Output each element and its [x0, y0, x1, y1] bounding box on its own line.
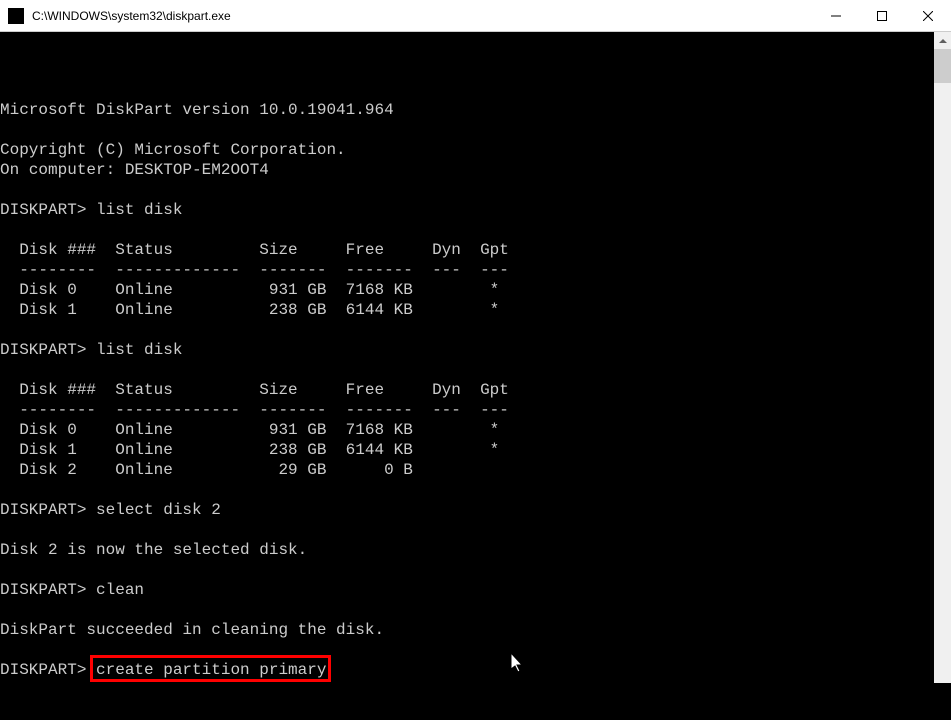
terminal-line: Disk ### Status Size Free Dyn Gpt — [0, 380, 951, 400]
terminal-line: Disk 0 Online 931 GB 7168 KB * — [0, 420, 951, 440]
terminal-line: -------- ------------- ------- ------- -… — [0, 260, 951, 280]
terminal-line — [0, 600, 951, 620]
close-button[interactable] — [905, 0, 951, 31]
terminal-line — [0, 520, 951, 540]
window-titlebar: C:\WINDOWS\system32\diskpart.exe — [0, 0, 951, 32]
terminal-line: Disk 1 Online 238 GB 6144 KB * — [0, 440, 951, 460]
vertical-scrollbar[interactable] — [934, 32, 951, 683]
terminal-line — [0, 80, 951, 100]
terminal-line: DiskPart succeeded in cleaning the disk. — [0, 620, 951, 640]
terminal-line: Microsoft DiskPart version 10.0.19041.96… — [0, 100, 951, 120]
terminal-line: -------- ------------- ------- ------- -… — [0, 400, 951, 420]
maximize-button[interactable] — [859, 0, 905, 31]
terminal-area[interactable]: Microsoft DiskPart version 10.0.19041.96… — [0, 32, 951, 683]
terminal-line: Disk 2 is now the selected disk. — [0, 540, 951, 560]
terminal-line: On computer: DESKTOP-EM2OOT4 — [0, 160, 951, 180]
terminal-line: Disk 0 Online 931 GB 7168 KB * — [0, 280, 951, 300]
terminal-line: Disk 1 Online 238 GB 6144 KB * — [0, 300, 951, 320]
terminal-line: Disk 2 Online 29 GB 0 B — [0, 460, 951, 480]
terminal-line — [0, 360, 951, 380]
window-title: C:\WINDOWS\system32\diskpart.exe — [32, 9, 813, 23]
terminal-line: DISKPART> list disk — [0, 340, 951, 360]
terminal-line — [0, 480, 951, 500]
terminal-line: Copyright (C) Microsoft Corporation. — [0, 140, 951, 160]
terminal-line — [0, 120, 951, 140]
scrollbar-up-button[interactable] — [934, 32, 951, 49]
terminal-line — [0, 320, 951, 340]
terminal-line: Disk ### Status Size Free Dyn Gpt — [0, 240, 951, 260]
window-controls — [813, 0, 951, 31]
app-icon — [8, 8, 24, 24]
terminal-line — [0, 180, 951, 200]
terminal-line — [0, 640, 951, 660]
terminal-line: DISKPART> clean — [0, 580, 951, 600]
scrollbar-thumb[interactable] — [934, 49, 951, 83]
terminal-output: Microsoft DiskPart version 10.0.19041.96… — [0, 72, 951, 680]
terminal-line — [0, 560, 951, 580]
terminal-line — [0, 220, 951, 240]
terminal-line: DISKPART> select disk 2 — [0, 500, 951, 520]
terminal-line: DISKPART> list disk — [0, 200, 951, 220]
terminal-line: DISKPART> create partition primary — [0, 660, 951, 680]
minimize-button[interactable] — [813, 0, 859, 31]
